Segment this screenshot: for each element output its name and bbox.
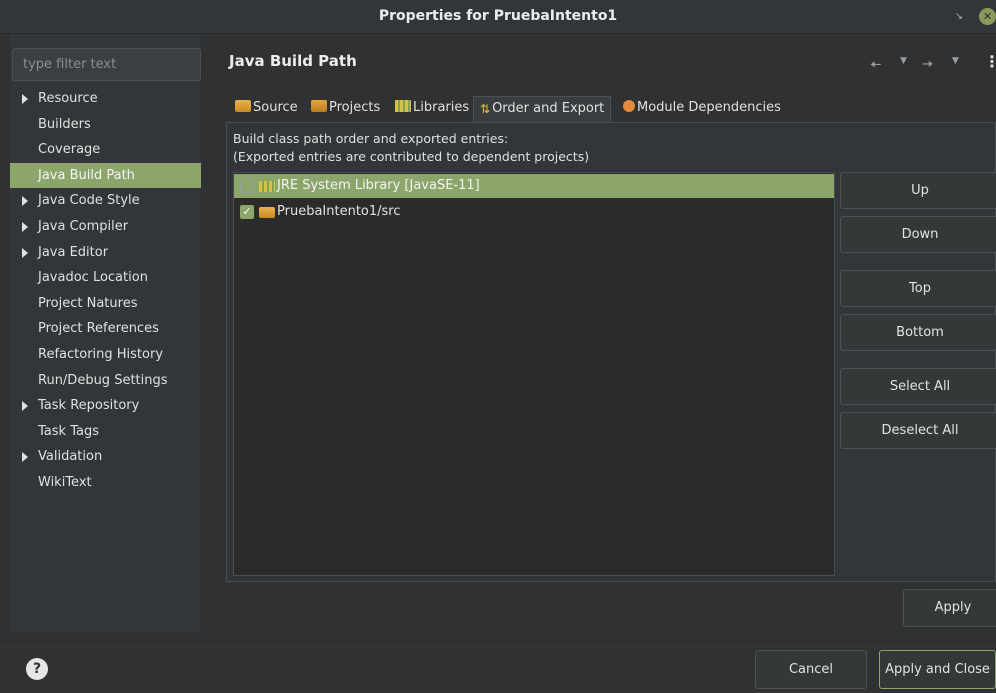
project-folder-icon <box>311 100 327 112</box>
description-line-2: (Exported entries are contributed to dep… <box>233 149 590 164</box>
help-icon[interactable]: ? <box>26 658 48 680</box>
sidebar-item-run-debug-settings[interactable]: Run/Debug Settings <box>10 368 201 394</box>
list-item[interactable]: JRE System Library [JavaSE-11] <box>234 174 834 198</box>
sidebar-item-builders[interactable]: Builders <box>10 112 201 138</box>
sidebar-item-label: Java Editor <box>38 244 109 260</box>
expand-arrow-icon[interactable] <box>22 247 28 258</box>
view-menu-icon[interactable]: ⋮ <box>984 52 996 71</box>
module-icon <box>623 100 635 112</box>
apply-and-close-button[interactable]: Apply and Close <box>879 650 996 689</box>
expand-arrow-icon[interactable] <box>22 94 28 104</box>
sidebar-item-label: Refactoring History <box>38 346 164 362</box>
entry-label: JRE System Library [JavaSE-11] <box>277 178 480 193</box>
sidebar-item-label: Java Build Path <box>38 167 135 183</box>
sidebar-item-refactoring-history[interactable]: Refactoring History <box>10 342 201 368</box>
source-folder-icon <box>259 207 275 218</box>
expand-arrow-icon[interactable] <box>22 452 28 463</box>
back-arrow-icon[interactable]: 🠄 <box>870 54 881 78</box>
sidebar-item-label: Coverage <box>38 142 101 158</box>
top-button[interactable]: Top <box>840 270 996 307</box>
sidebar-item-label: Task Repository <box>38 398 140 414</box>
up-button[interactable]: Up <box>840 172 996 209</box>
minimize-icon[interactable]: ↘ <box>952 10 966 24</box>
sidebar-item-label: Java Code Style <box>38 193 140 209</box>
sidebar-item-label: Resource <box>38 91 98 106</box>
forward-menu-chevron-icon[interactable]: ▼ <box>952 56 959 66</box>
forward-arrow-icon[interactable]: 🠆 <box>922 54 933 78</box>
sidebar-item-java-compiler[interactable]: Java Compiler <box>10 214 201 240</box>
apply-button[interactable]: Apply <box>903 589 996 627</box>
export-checkbox[interactable] <box>240 179 254 193</box>
tab-libraries[interactable]: Libraries <box>395 96 469 122</box>
sidebar-item-label: WikiText <box>38 474 92 490</box>
sidebar-item-javadoc-location[interactable]: Javadoc Location <box>10 265 201 291</box>
list-item[interactable]: ✓ PruebaIntento1/src <box>234 200 834 224</box>
sidebar-item-project-natures[interactable]: Project Natures <box>10 291 201 317</box>
source-folder-icon <box>235 100 251 112</box>
sidebar-item-label: Java Compiler <box>38 218 129 234</box>
sidebar-item-java-build-path[interactable]: Java Build Path <box>10 162 201 189</box>
sidebar-item-coverage[interactable]: Coverage <box>10 137 201 163</box>
tab-order-and-export[interactable]: ⇅ Order and Export <box>473 96 612 122</box>
tab-label: Projects <box>329 100 381 115</box>
close-icon[interactable]: ✕ <box>979 8 996 25</box>
description-line-1: Build class path order and exported entr… <box>233 131 509 146</box>
sidebar-item-validation[interactable]: Validation <box>10 444 201 470</box>
footer-divider <box>0 640 996 641</box>
tab-module-dependencies[interactable]: Module Dependencies <box>623 96 781 122</box>
expand-arrow-icon[interactable] <box>22 401 28 412</box>
sidebar-item-label: Task Tags <box>38 423 99 439</box>
sidebar-item-java-editor[interactable]: Java Editor <box>10 240 201 266</box>
tab-projects[interactable]: Projects <box>311 96 380 122</box>
classpath-entry-list[interactable]: JRE System Library [JavaSE-11] ✓ PruebaI… <box>233 172 835 576</box>
sidebar-item-resource[interactable]: Resource <box>10 86 201 112</box>
sidebar-item-label: Javadoc Location <box>38 270 148 286</box>
title-bar: Properties for PruebaIntento1 ↘ ✕ <box>0 0 996 34</box>
page-title: Java Build Path <box>229 52 357 70</box>
tab-label: Module Dependencies <box>637 100 781 115</box>
tab-label: Source <box>253 100 298 115</box>
order-export-icon: ⇅ <box>480 102 491 116</box>
sidebar-item-label: Builders <box>38 116 91 132</box>
sidebar-item-label: Run/Debug Settings <box>38 372 168 388</box>
sidebar-item-project-references[interactable]: Project References <box>10 316 201 342</box>
sidebar-item-java-code-style[interactable]: Java Code Style <box>10 188 201 214</box>
tab-label: Libraries <box>413 100 470 115</box>
expand-arrow-icon[interactable] <box>22 221 28 232</box>
export-checkbox[interactable]: ✓ <box>240 205 254 219</box>
sidebar-item-wikitext[interactable]: WikiText <box>10 470 201 496</box>
entry-label: PruebaIntento1/src <box>277 204 401 219</box>
down-button[interactable]: Down <box>840 216 996 253</box>
tab-label: Order and Export <box>492 101 605 116</box>
tab-source[interactable]: Source <box>235 96 298 122</box>
deselect-all-button[interactable]: Deselect All <box>840 412 996 449</box>
sidebar-nav: Resource Builders Coverage Java Build Pa… <box>10 86 201 496</box>
bottom-button[interactable]: Bottom <box>840 314 996 351</box>
back-menu-chevron-icon[interactable]: ▼ <box>900 56 907 66</box>
sidebar-item-task-tags[interactable]: Task Tags <box>10 419 201 445</box>
library-icon <box>395 100 411 112</box>
sidebar-item-label: Validation <box>38 449 103 465</box>
expand-arrow-icon[interactable] <box>22 196 28 207</box>
sidebar-item-task-repository[interactable]: Task Repository <box>10 393 201 419</box>
sidebar-item-label: Project Natures <box>38 295 138 311</box>
cancel-button[interactable]: Cancel <box>755 650 867 689</box>
select-all-button[interactable]: Select All <box>840 368 996 405</box>
window-title: Properties for PruebaIntento1 <box>378 8 618 24</box>
library-icon <box>259 181 275 192</box>
sidebar-item-label: Project References <box>38 321 159 337</box>
filter-input[interactable]: type filter text <box>12 48 201 81</box>
